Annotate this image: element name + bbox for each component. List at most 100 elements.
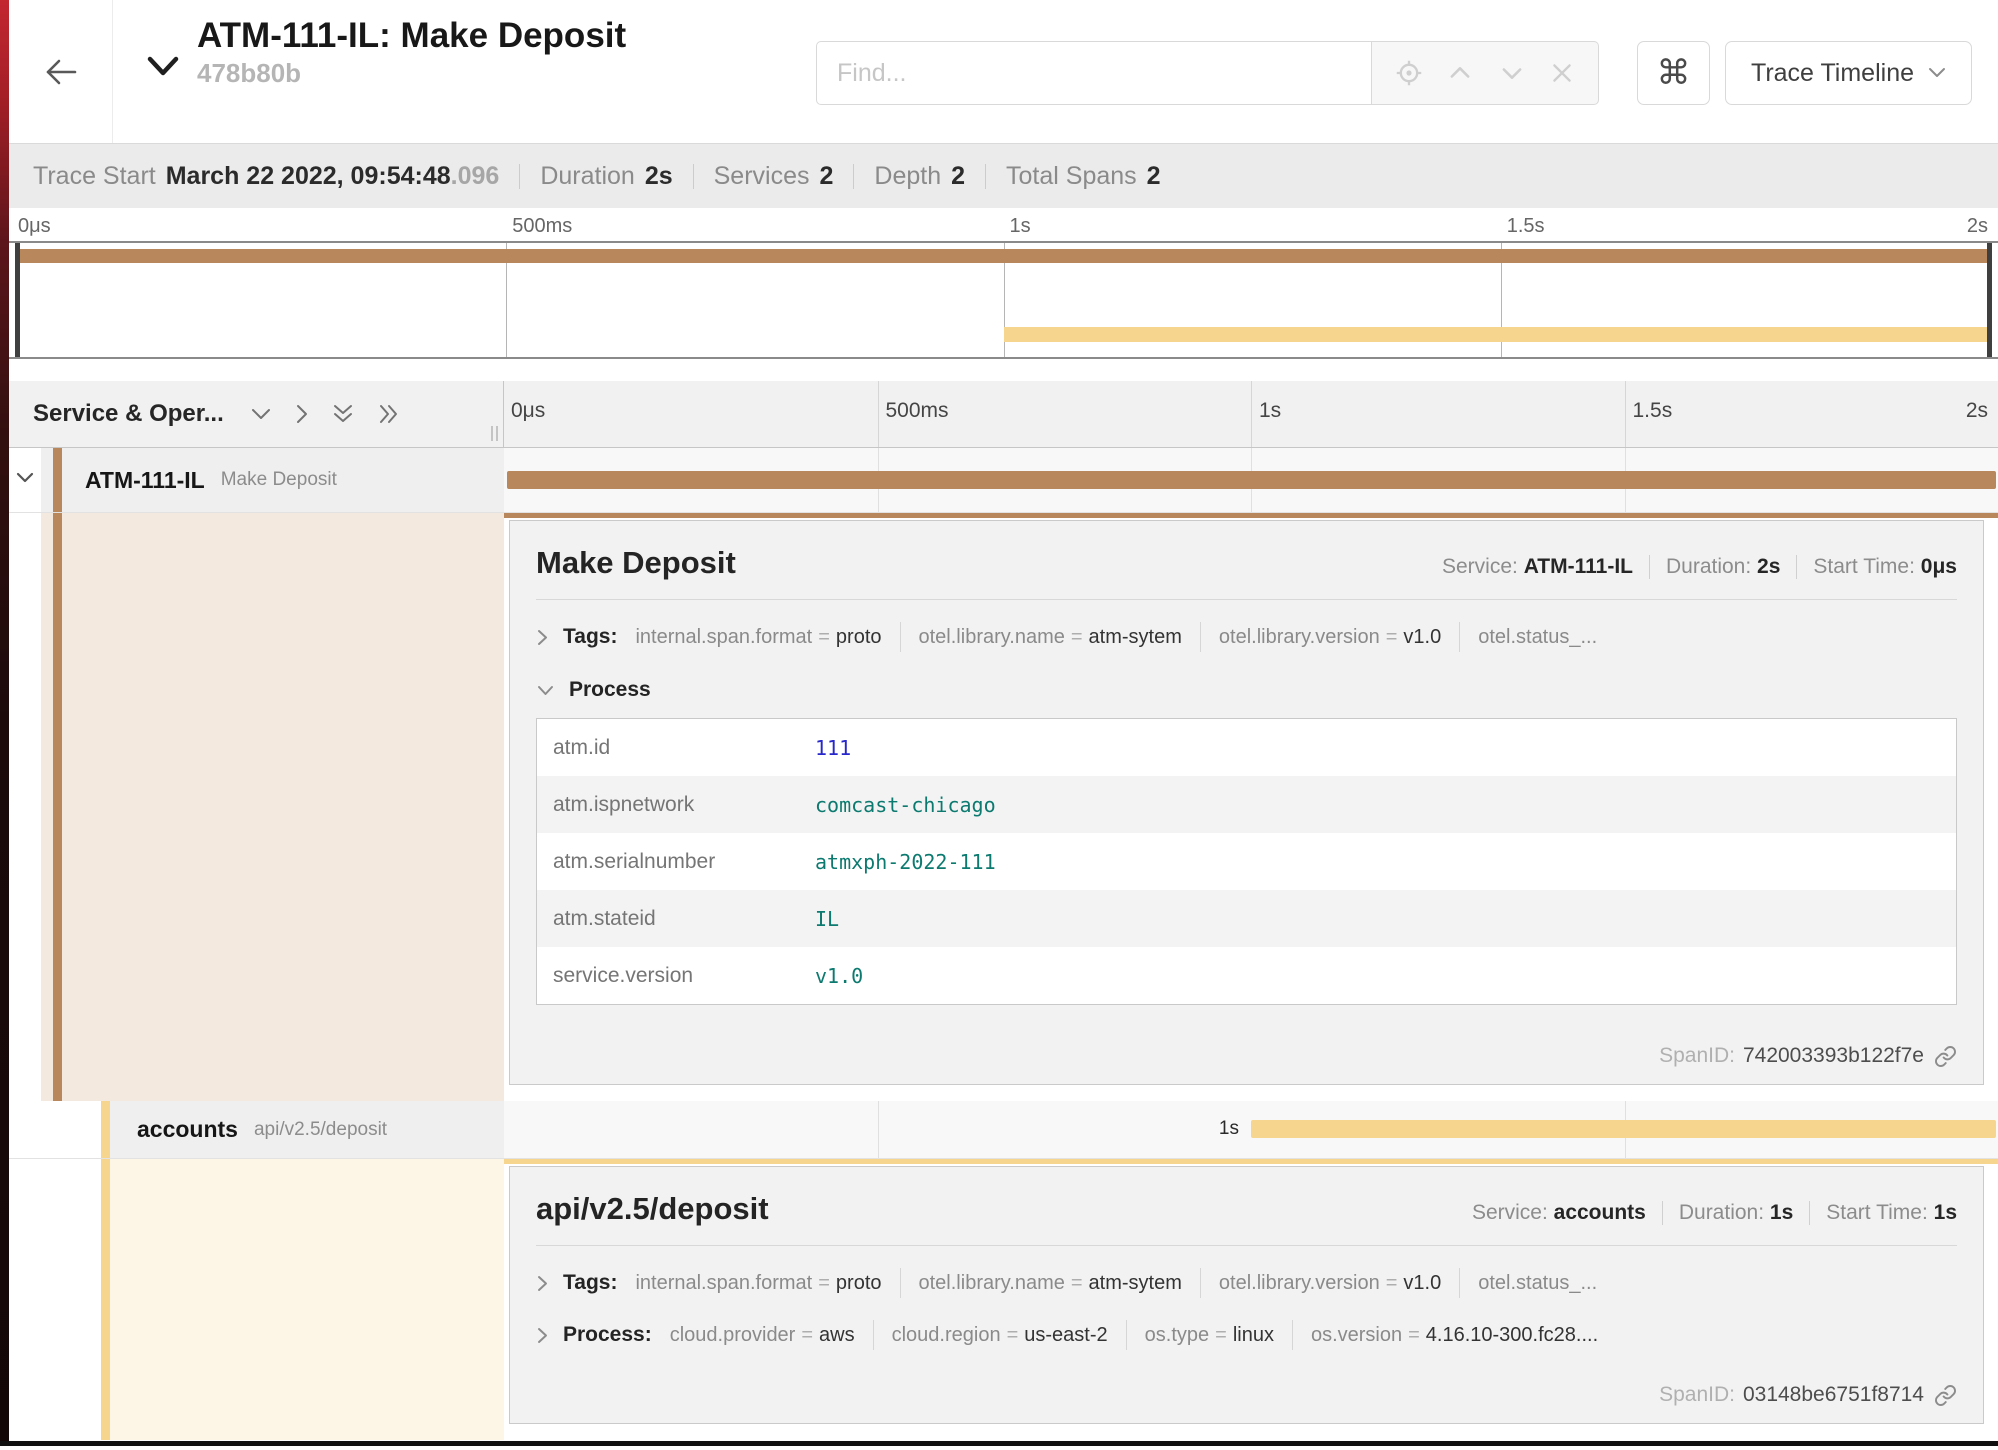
operation-name: api/v2.5/deposit (254, 1119, 387, 1141)
keyboard-shortcuts-button[interactable]: ⌘ (1637, 41, 1710, 105)
process-row[interactable]: Process: cloud.provider=aws cloud.region… (536, 1320, 1957, 1350)
span-id-row: SpanID: 03148be6751f8714 (536, 1383, 1957, 1407)
window-bottom-edge (0, 1441, 1998, 1446)
caret-column-empty (9, 1101, 41, 1158)
span-id-value: 742003393b122f7e (1743, 1044, 1924, 1068)
process-item: os.type=linux (1145, 1324, 1274, 1347)
service-operation-column-header: Service & Oper... (9, 381, 504, 447)
collapse-trace-chevron-icon[interactable] (147, 56, 179, 89)
separator (1292, 1320, 1293, 1350)
expand-one-icon[interactable] (294, 403, 309, 425)
trace-start-stat: Trace Start March 22 2022, 09:54:48.096 (33, 164, 519, 189)
minimap-tick-4: 2s (1967, 215, 1988, 238)
separator (1459, 1268, 1460, 1298)
service-color-strip (101, 1159, 110, 1440)
service-name: accounts (137, 1116, 238, 1143)
span-collapse-caret[interactable] (9, 448, 41, 512)
span-name-cell-atm[interactable]: ATM-111-IL Make Deposit (41, 448, 504, 512)
minimap-tick-0: 0μs (18, 215, 51, 238)
meta-service: Service: accounts (1456, 1201, 1662, 1225)
divider (536, 1245, 1957, 1246)
process-value: IL (815, 890, 1957, 947)
separator (900, 622, 901, 652)
trace-title: ATM-111-IL: Make Deposit (197, 16, 626, 56)
span-detail-panel-atm: Make Deposit Service: ATM-111-IL Duratio… (504, 513, 1998, 1101)
minimap-left-handle[interactable] (15, 243, 20, 357)
ruler-tick-0: 0μs (511, 399, 545, 423)
tag-item: otel.library.version=v1.0 (1219, 626, 1441, 649)
separator (900, 1268, 901, 1298)
next-match-icon[interactable] (1498, 59, 1526, 87)
tag-item: internal.span.format=proto (635, 1272, 881, 1295)
clear-find-icon[interactable] (1549, 60, 1575, 86)
minimap-span-bar-atm (17, 249, 1990, 263)
table-row: atm.id 111 (537, 719, 1957, 777)
duration-stat: Duration2s (519, 164, 692, 189)
trace-view-page: ATM-111-IL: Make Deposit 478b80b (0, 0, 1998, 1450)
copy-link-icon[interactable] (1934, 1384, 1957, 1407)
span-name-cell-accounts[interactable]: accounts api/v2.5/deposit (101, 1101, 504, 1158)
process-label: Process: (563, 1323, 652, 1347)
minimap-tick-1: 500ms (512, 215, 572, 238)
collapse-all-icon[interactable] (331, 403, 355, 425)
tag-item-truncated: otel.status_... (1478, 626, 1597, 649)
process-section-header[interactable]: Process (536, 678, 1957, 702)
span-timeline-cell-atm[interactable] (504, 448, 1998, 512)
span-row-atm[interactable]: ATM-111-IL Make Deposit (9, 448, 1998, 513)
span-detail-title: api/v2.5/deposit (536, 1191, 769, 1227)
chevron-right-icon (536, 628, 549, 647)
collapse-one-icon[interactable] (250, 407, 272, 422)
span-detail-panel-accounts: api/v2.5/deposit Service: accounts Durat… (504, 1159, 1998, 1440)
back-button[interactable] (9, 0, 113, 143)
copy-link-icon[interactable] (1934, 1045, 1957, 1068)
span-detail-row-accounts: api/v2.5/deposit Service: accounts Durat… (9, 1159, 1998, 1440)
view-selector-button[interactable]: Trace Timeline (1725, 41, 1972, 105)
prev-match-icon[interactable] (1446, 59, 1474, 87)
tags-label: Tags: (563, 625, 617, 649)
span-accent-bar (504, 1159, 1998, 1164)
expand-all-icon[interactable] (377, 403, 401, 425)
tag-item: otel.library.version=v1.0 (1219, 1272, 1441, 1295)
detail-left-fill (41, 513, 504, 1101)
timeline-gridline (878, 1101, 879, 1158)
tags-label: Tags: (563, 1271, 617, 1295)
span-row-accounts[interactable]: accounts api/v2.5/deposit 1s (9, 1101, 1998, 1159)
trace-minimap[interactable] (9, 241, 1998, 359)
meta-service: Service: ATM-111-IL (1426, 555, 1649, 579)
separator (1459, 622, 1460, 652)
span-detail-left-accounts (9, 1159, 504, 1440)
span-bar-accounts[interactable] (1251, 1120, 1996, 1138)
minimap-span-bar-accounts (1004, 327, 1990, 342)
table-row: atm.ispnetwork comcast-chicago (537, 776, 1957, 833)
span-detail-card-accounts: api/v2.5/deposit Service: accounts Durat… (509, 1166, 1984, 1424)
span-id-value: 03148be6751f8714 (1743, 1383, 1924, 1407)
span-id-row: SpanID: 742003393b122f7e (536, 1044, 1957, 1068)
meta-duration: Duration: 1s (1662, 1201, 1809, 1225)
span-id-label: SpanID: (1659, 1044, 1735, 1068)
focus-match-icon[interactable] (1395, 59, 1423, 87)
tags-row[interactable]: Tags: internal.span.format=proto otel.li… (536, 622, 1957, 652)
span-bar-atm[interactable] (507, 471, 1996, 489)
column-resize-grip[interactable] (491, 426, 498, 441)
minimap-ruler: 0μs 500ms 1s 1.5s 2s (9, 208, 1998, 241)
minimap-right-handle[interactable] (1987, 243, 1992, 357)
find-input[interactable] (816, 41, 1372, 105)
ruler-tick-2: 1s (1259, 399, 1281, 423)
span-timeline-cell-accounts[interactable]: 1s (504, 1101, 1998, 1158)
process-value: 111 (815, 719, 1957, 777)
service-color-strip (53, 448, 62, 512)
tag-item: internal.span.format=proto (635, 626, 881, 649)
service-color-strip (53, 513, 62, 1101)
tag-item-truncated: otel.status_... (1478, 1272, 1597, 1295)
ruler-tick-line (878, 381, 879, 447)
caret-column (9, 513, 41, 1101)
tags-row[interactable]: Tags: internal.span.format=proto otel.li… (536, 1268, 1957, 1298)
column-header-title: Service & Oper... (33, 400, 224, 428)
detail-left-fill (101, 1159, 504, 1440)
ruler-tick-4: 2s (1966, 399, 1988, 423)
process-item: cloud.region=us-east-2 (892, 1324, 1108, 1347)
view-selector-label: Trace Timeline (1751, 59, 1914, 88)
timeline-header: Service & Oper... 0μs (9, 381, 1998, 448)
caret-column (9, 1159, 41, 1440)
span-detail-left-atm (9, 513, 504, 1101)
